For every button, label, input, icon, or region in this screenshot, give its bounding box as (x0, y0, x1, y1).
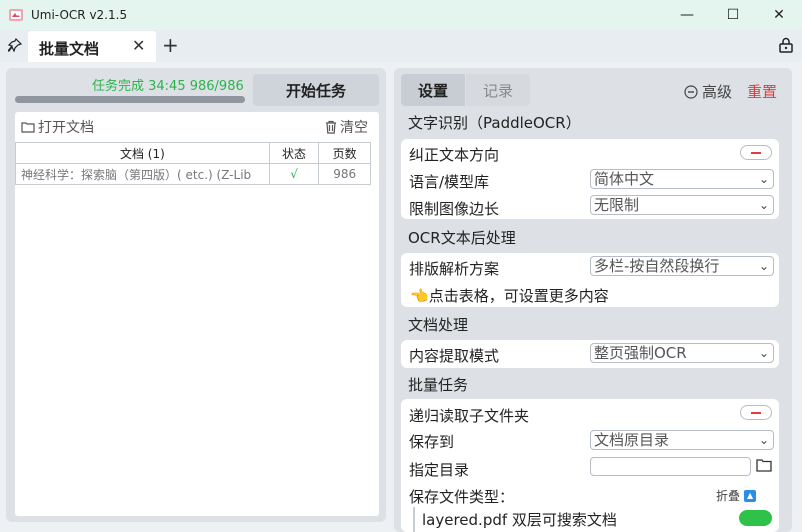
document-table: 文档 (1) 状态 页数 神经科学：探索脑（第四版）( etc.) (Z-Lib… (15, 142, 371, 185)
column-header-pages[interactable]: 页数 (318, 142, 371, 164)
clear-label: 清空 (340, 120, 368, 136)
table-header-row: 文档 (1) 状态 页数 (15, 142, 371, 164)
file-type-row-layered-pdf: layered.pdf 双层可搜索文档 (413, 507, 779, 532)
open-documents-label: 打开文档 (38, 120, 94, 136)
recursive-label: 递归读取子文件夹 (409, 407, 530, 425)
chevron-down-icon: ⌄ (758, 433, 769, 447)
section-title-document: 文档处理 (408, 316, 469, 334)
tab-settings[interactable]: 设置 (401, 74, 465, 106)
chevron-down-icon: ⌄ (758, 259, 769, 273)
minus-circle-icon (684, 84, 698, 99)
folder-icon (21, 122, 35, 133)
caret-up-icon: ▲ (744, 489, 757, 502)
save-to-select-value: 文档原目录 (594, 431, 670, 449)
progress-bar-fill (15, 96, 245, 103)
recursive-toggle[interactable] (740, 405, 772, 420)
file-type-label: layered.pdf 双层可搜索文档 (422, 511, 617, 529)
indent-guide (413, 507, 415, 532)
add-tab-icon[interactable]: + (162, 33, 179, 57)
close-window-button[interactable]: ✕ (756, 0, 802, 30)
reset-button[interactable]: 重置 (747, 81, 777, 102)
correct-direction-label: 纠正文本方向 (409, 146, 500, 164)
trash-icon (326, 120, 336, 134)
fold-button[interactable]: 折叠 ▲ (716, 487, 757, 504)
section-title-ocr: 文字识别（PaddleOCR） (408, 114, 581, 132)
directory-input[interactable] (590, 457, 751, 476)
pin-icon[interactable] (8, 38, 22, 52)
limit-size-select[interactable]: 无限制 ⌄ (590, 195, 774, 215)
hint-text: 👈点击表格，可设置更多内容 (410, 285, 609, 306)
maximize-button[interactable]: ☐ (710, 0, 756, 30)
tab-records[interactable]: 记录 (466, 74, 530, 106)
correct-direction-toggle[interactable] (740, 145, 772, 160)
limit-size-select-value: 无限制 (594, 196, 640, 214)
progress-bar (15, 96, 245, 103)
window-title: Umi-OCR v2.1.5 (31, 8, 128, 22)
advanced-label: 高级 (702, 83, 733, 101)
save-to-select[interactable]: 文档原目录 ⌄ (590, 430, 774, 450)
fold-label: 折叠 (716, 489, 741, 503)
section-title-batch: 批量任务 (408, 376, 469, 394)
chevron-down-icon: ⌄ (758, 198, 769, 212)
pointing-hand-icon: 👈 (410, 287, 429, 305)
hint-label: 点击表格，可设置更多内容 (428, 287, 609, 305)
layout-scheme-select[interactable]: 多栏-按自然段换行 ⌄ (590, 256, 774, 276)
lock-icon[interactable] (778, 37, 794, 53)
tab-close-icon[interactable]: ✕ (132, 36, 145, 55)
extract-mode-select-value: 整页强制OCR (594, 344, 687, 362)
language-select-value: 简体中文 (594, 170, 655, 188)
column-header-document[interactable]: 文档 (1) (15, 142, 270, 164)
table-row[interactable]: 神经科学：探索脑（第四版）( etc.) (Z-Lib √ 986 (15, 163, 371, 185)
browse-folder-icon[interactable] (756, 458, 772, 472)
directory-label: 指定目录 (409, 461, 470, 479)
chevron-down-icon: ⌄ (758, 346, 769, 360)
limit-size-label: 限制图像边长 (409, 200, 500, 218)
start-task-button[interactable]: 开始任务 (253, 74, 379, 106)
file-type-switch[interactable] (739, 510, 772, 526)
column-header-status[interactable]: 状态 (268, 142, 320, 164)
progress-status-text: 任务完成 34:45 986/986 (92, 79, 244, 94)
advanced-toggle[interactable]: 高级 (684, 81, 732, 102)
document-status-cell: √ (268, 163, 320, 185)
layout-scheme-select-value: 多栏-按自然段换行 (594, 257, 720, 275)
section-title-postprocess: OCR文本后处理 (408, 229, 516, 247)
layout-scheme-label: 排版解析方案 (409, 260, 500, 278)
tab-batch-docs[interactable]: 批量文档 ✕ (28, 31, 156, 62)
minimize-button[interactable]: — (664, 0, 710, 30)
clear-button[interactable]: 清空 (324, 117, 368, 137)
title-bar: Umi-OCR v2.1.5 — ☐ ✕ (0, 0, 802, 30)
app-logo-icon (9, 9, 23, 21)
document-pages-cell: 986 (318, 163, 371, 185)
save-to-label: 保存到 (409, 433, 455, 451)
file-types-label: 保存文件类型： (409, 488, 515, 506)
language-select[interactable]: 简体中文 ⌄ (590, 169, 774, 189)
extract-mode-select[interactable]: 整页强制OCR ⌄ (590, 343, 774, 363)
document-name-cell: 神经科学：探索脑（第四版）( etc.) (Z-Lib (15, 163, 270, 185)
chevron-down-icon: ⌄ (758, 172, 769, 186)
open-documents-button[interactable]: 打开文档 (21, 117, 94, 137)
language-label: 语言/模型库 (409, 173, 490, 191)
tab-label: 批量文档 (39, 40, 100, 58)
extract-mode-label: 内容提取模式 (409, 347, 500, 365)
